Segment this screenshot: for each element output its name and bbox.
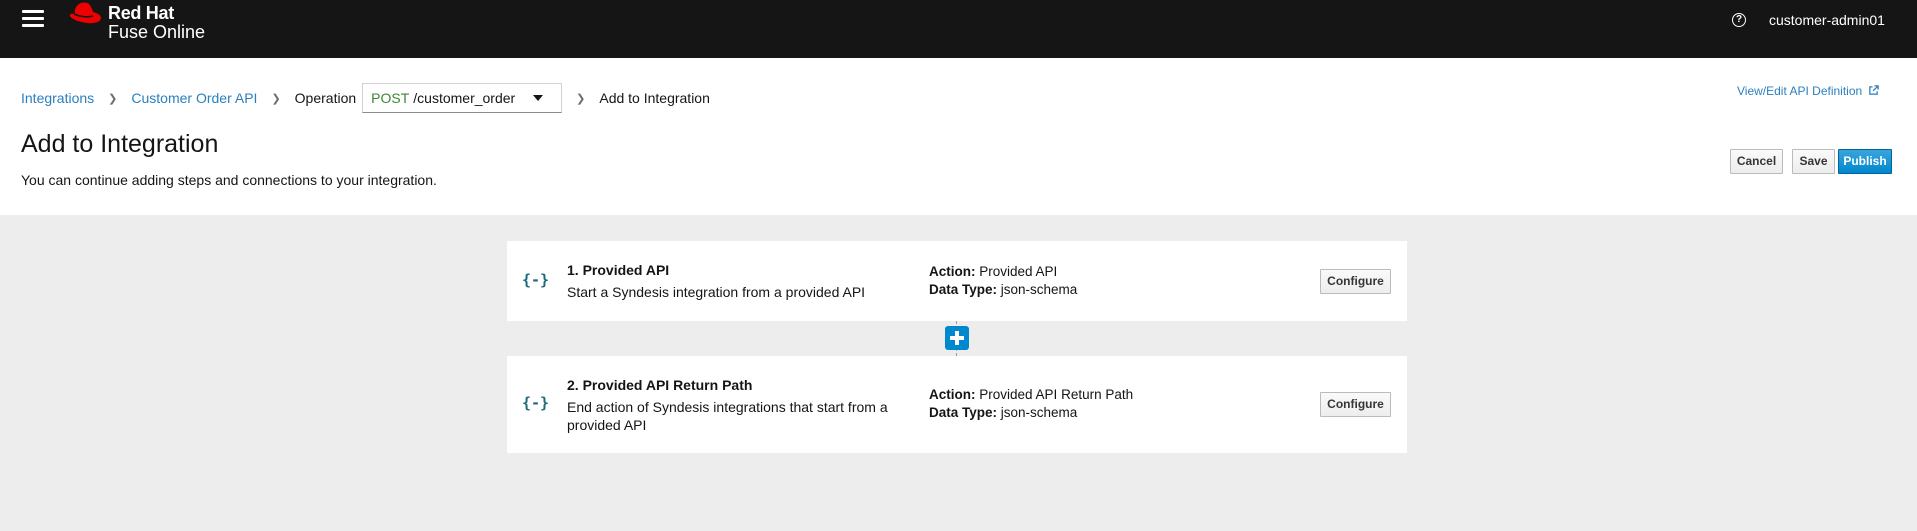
operation-method: POST	[371, 90, 410, 106]
step-meta: Action: Provided API Return Path Data Ty…	[929, 386, 1133, 422]
datatype-key: Data Type:	[929, 282, 998, 297]
masthead: Red Hat Fuse Online ? customer-admin01	[0, 0, 1917, 58]
operation-select[interactable]: POST /customer_order	[362, 83, 563, 113]
caret-down-icon	[533, 95, 544, 101]
api-step-icon: {-}	[522, 271, 550, 289]
external-link-icon	[1868, 85, 1879, 95]
chevron-right-icon: ❯	[576, 92, 586, 105]
save-button[interactable]: Save	[1792, 149, 1835, 174]
step-card-provided-api: {-} 1. Provided API Start a Syndesis int…	[507, 241, 1407, 321]
action-value: Provided API	[979, 264, 1058, 279]
step-title: 1. Provided API	[567, 262, 670, 278]
action-key: Action:	[929, 387, 976, 402]
view-edit-api-definition-link[interactable]: View/Edit API Definition	[1737, 84, 1879, 98]
step-description: Start a Syndesis integration from a prov…	[567, 284, 866, 300]
api-step-icon: {-}	[522, 394, 550, 412]
publish-button[interactable]: Publish	[1838, 149, 1892, 174]
add-step-plus-icon[interactable]	[945, 326, 969, 350]
action-value: Provided API Return Path	[979, 387, 1134, 402]
page-title: Add to Integration	[21, 130, 219, 158]
breadcrumb: Integrations ❯ Customer Order API ❯ Oper…	[21, 83, 710, 113]
breadcrumb-integrations-link[interactable]: Integrations	[21, 90, 94, 106]
step-description: End action of Syndesis integrations that…	[567, 399, 888, 433]
brand-company: Red Hat	[108, 3, 174, 23]
chevron-right-icon: ❯	[271, 92, 281, 105]
step-meta: Action: Provided API Data Type: json-sch…	[929, 263, 1077, 299]
red-hat-logo-icon	[69, 2, 101, 24]
page-subtitle: You can continue adding steps and connec…	[21, 172, 437, 188]
breadcrumb-operation-label: Operation	[294, 90, 357, 106]
operation-path: /customer_order	[413, 90, 516, 106]
page-header: Integrations ❯ Customer Order API ❯ Oper…	[0, 58, 1917, 215]
configure-button[interactable]: Configure	[1320, 392, 1391, 417]
user-menu[interactable]: customer-admin01	[1769, 12, 1885, 28]
breadcrumb-current: Add to Integration	[599, 90, 710, 106]
breadcrumb-api-link[interactable]: Customer Order API	[131, 90, 257, 106]
brand-product: Fuse Online	[108, 22, 206, 42]
configure-button[interactable]: Configure	[1320, 269, 1391, 294]
datatype-key: Data Type:	[929, 405, 998, 420]
help-icon[interactable]: ?	[1732, 13, 1746, 27]
step-title: 2. Provided API Return Path	[567, 377, 753, 393]
chevron-right-icon: ❯	[108, 92, 118, 105]
datatype-value: json-schema	[1000, 405, 1078, 420]
action-key: Action:	[929, 264, 976, 279]
hamburger-menu-icon[interactable]	[22, 10, 44, 30]
api-definition-link-label: View/Edit API Definition	[1737, 84, 1863, 98]
step-card-provided-api-return-path: {-} 2. Provided API Return Path End acti…	[507, 356, 1407, 453]
cancel-button[interactable]: Cancel	[1730, 149, 1783, 174]
datatype-value: json-schema	[1000, 282, 1078, 297]
